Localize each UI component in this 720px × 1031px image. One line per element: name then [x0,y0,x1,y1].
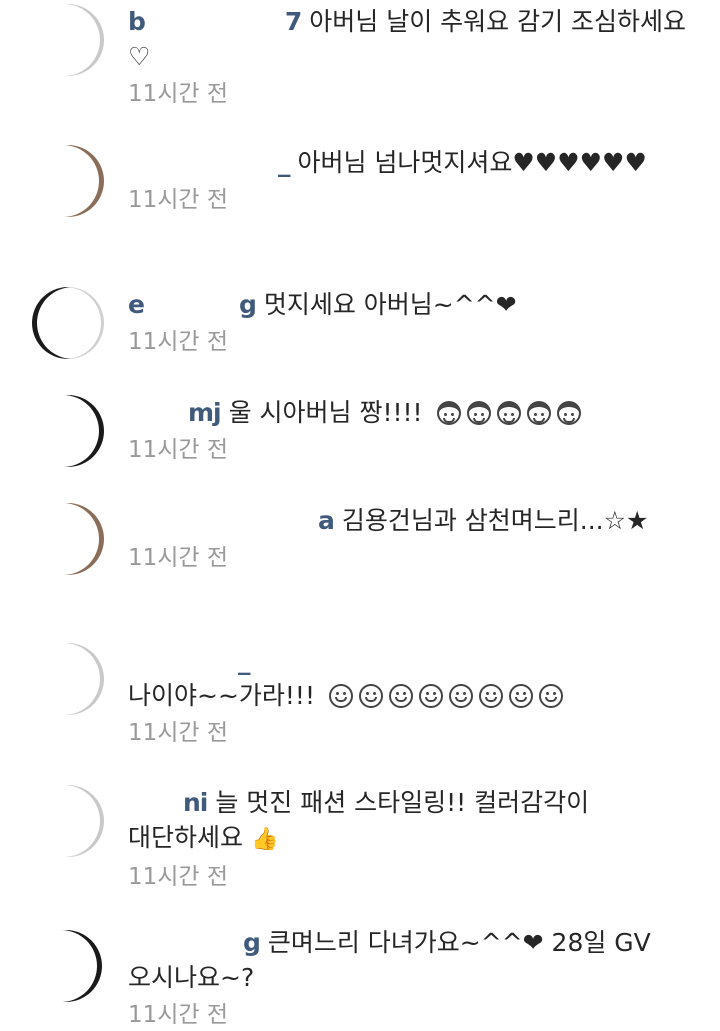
comment-username-tail[interactable]: _ [238,646,250,675]
avatar[interactable] [32,503,104,575]
comment-username-tail[interactable]: g [239,290,257,319]
avatar[interactable] [32,145,104,217]
grinning-face-emoji-icon [538,684,563,708]
comment-username-tail[interactable]: _ [278,148,290,177]
comment-body: _ 나이야~~가라!!! 11시간 전 [128,643,698,749]
comment-text-block: ni 늘 멋진 패션 스타일링!! 컬러감각이 대단하세요 👍 [128,785,698,857]
comment-body: a 김용건님과 삼천며느리...☆★ 11시간 전 [128,503,698,574]
comment-text-block: _ 나이야~~가라!!! [128,643,698,713]
grinning-face-emoji-icon [418,684,443,708]
girl-face-emoji-icon [526,401,551,425]
comment-text-block: g 큰며느리 다녀가요~^^❤ 28일 GV 오시나요~? [128,925,698,995]
comment-text-block: b 7 아버님 날이 추워요 감기 조심하세요♡ [128,4,698,74]
grinning-face-emoji-icon [478,684,503,708]
comment-text: 울 시아버님 짱!!!! [220,398,423,427]
grinning-face-emoji-icon [328,684,353,708]
avatar[interactable] [32,287,104,359]
comment-timestamp[interactable]: 11시간 전 [128,861,698,893]
comment-text-block: mj 울 시아버님 짱!!!! [128,395,698,430]
girl-face-emoji-icon [496,401,521,425]
comment-username-tail[interactable]: ni [183,788,208,817]
comment-timestamp[interactable]: 11시간 전 [128,434,698,466]
comment-text: 나이야~~가라!!! [128,681,315,710]
comment-text: 큰며느리 다녀가요~^^❤ 28일 GV 오시나요~? [128,928,651,992]
grinning-face-emoji-icon [508,684,533,708]
avatar[interactable] [32,4,104,76]
comment-timestamp[interactable]: 11시간 전 [128,542,698,574]
comment-text: 아버님 넘나멋지셔요♥♥♥♥♥♥ [289,148,647,177]
girl-face-emoji-icon [556,401,581,425]
comment-text-block: _ 아버님 넘나멋지셔요♥♥♥♥♥♥ [128,145,698,180]
comment-list: b 7 아버님 날이 추워요 감기 조심하세요♡ 11시간 전 _ 아버님 넘나멋… [0,0,720,1028]
girl-face-emoji-icon [466,401,491,425]
comment-timestamp[interactable]: 11시간 전 [128,326,698,358]
comment-username-tail[interactable]: a [318,506,335,535]
comment-body: mj 울 시아버님 짱!!!! 11시간 전 [128,395,698,466]
grinning-face-emoji-icon [448,684,473,708]
comment-body: b 7 아버님 날이 추워요 감기 조심하세요♡ 11시간 전 [128,4,698,110]
comment-text-block: a 김용건님과 삼천며느리...☆★ [128,503,698,538]
comment-timestamp[interactable]: 11시간 전 [128,184,698,216]
comment-timestamp[interactable]: 11시간 전 [128,78,698,110]
comment-body: g 큰며느리 다녀가요~^^❤ 28일 GV 오시나요~? 11시간 전 [128,925,698,1031]
avatar[interactable] [30,930,102,1002]
comment-username[interactable]: e [128,290,145,319]
comment-body: e g 멋지세요 아버님~^^❤ 11시간 전 [128,287,698,358]
comment-text: 김용건님과 삼천며느리...☆★ [333,506,649,535]
girl-face-emoji-icon [436,401,461,425]
avatar[interactable] [32,643,104,715]
comment-username-tail[interactable]: 7 [285,7,302,36]
thumbs-up-emoji-icon: 👍 [250,827,279,852]
comment-body: _ 아버님 넘나멋지셔요♥♥♥♥♥♥ 11시간 전 [128,145,698,216]
grinning-face-emoji-icon [358,684,383,708]
comment-timestamp[interactable]: 11시간 전 [128,717,698,749]
comment-text: 아버님 날이 추워요 감기 조심하세요♡ [128,7,687,71]
comment-timestamp[interactable]: 11시간 전 [128,999,698,1031]
comment-body: ni 늘 멋진 패션 스타일링!! 컬러감각이 대단하세요 👍 11시간 전 [128,785,698,893]
grinning-face-emoji-icon [388,684,413,708]
comment-username-tail[interactable]: g [243,928,261,957]
avatar[interactable] [32,785,104,857]
comment-username-tail[interactable]: mj [188,398,222,427]
avatar[interactable] [32,395,104,467]
comment-text: 멋지세요 아버님~^^❤ [255,290,517,319]
comment-text-block: e g 멋지세요 아버님~^^❤ [128,287,698,322]
comment-username[interactable]: b [128,7,146,36]
